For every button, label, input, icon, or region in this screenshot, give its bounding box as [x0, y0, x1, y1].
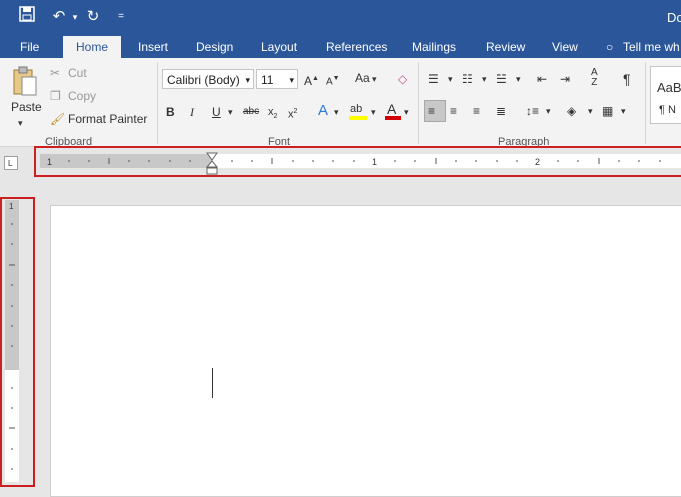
vertical-ruler-highlight [0, 197, 35, 487]
horizontal-ruler-highlight [34, 146, 681, 177]
document-page[interactable] [50, 205, 681, 497]
text-cursor [212, 368, 213, 398]
